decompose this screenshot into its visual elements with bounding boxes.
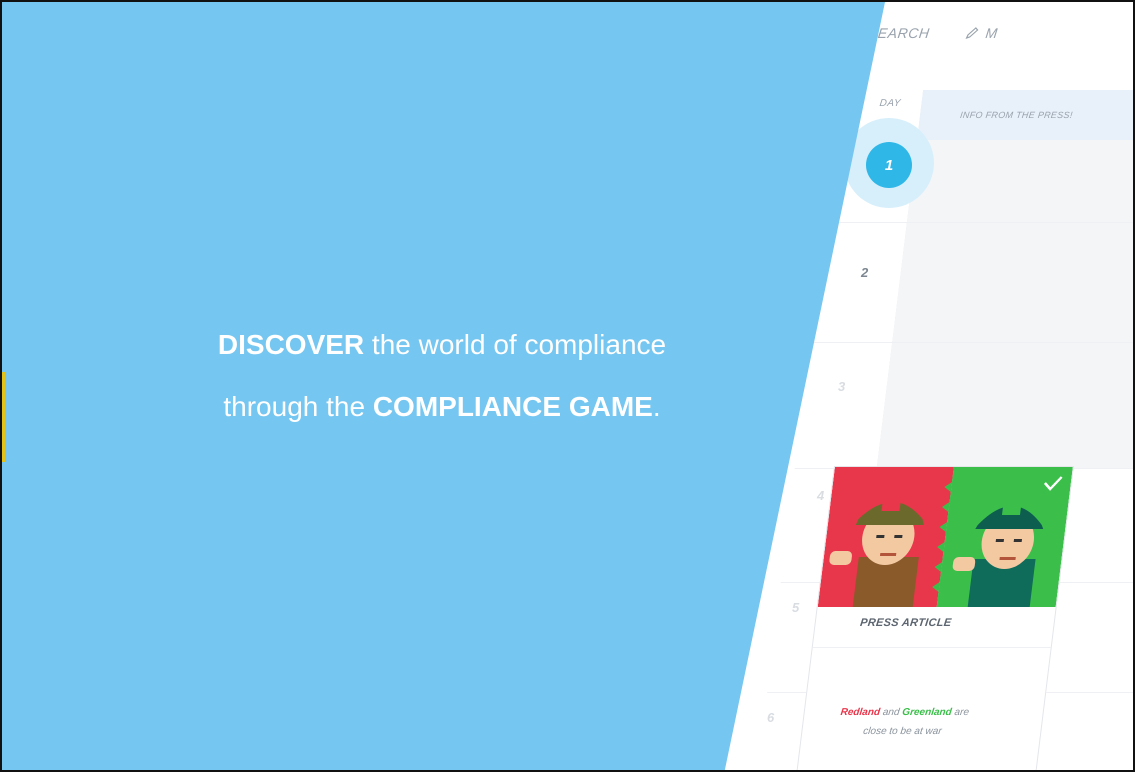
headline: DISCOVER the world of compliance through… [82,314,802,438]
headline-line2-start: through the [223,391,373,422]
headline-line-2: through the COMPLIANCE GAME. [82,376,802,438]
headline-line-1: DISCOVER the world of compliance [82,314,802,376]
headline-compliance-game: COMPLIANCE GAME [372,391,653,422]
screen: SEARCH M DAY INFO FROM THE PRESS! 1 2 3 … [0,0,1135,772]
headline-line1-rest: the world of compliance [364,329,667,360]
headline-line2-end: . [652,391,661,422]
edge-marker [2,372,5,462]
headline-discover: DISCOVER [217,329,365,360]
